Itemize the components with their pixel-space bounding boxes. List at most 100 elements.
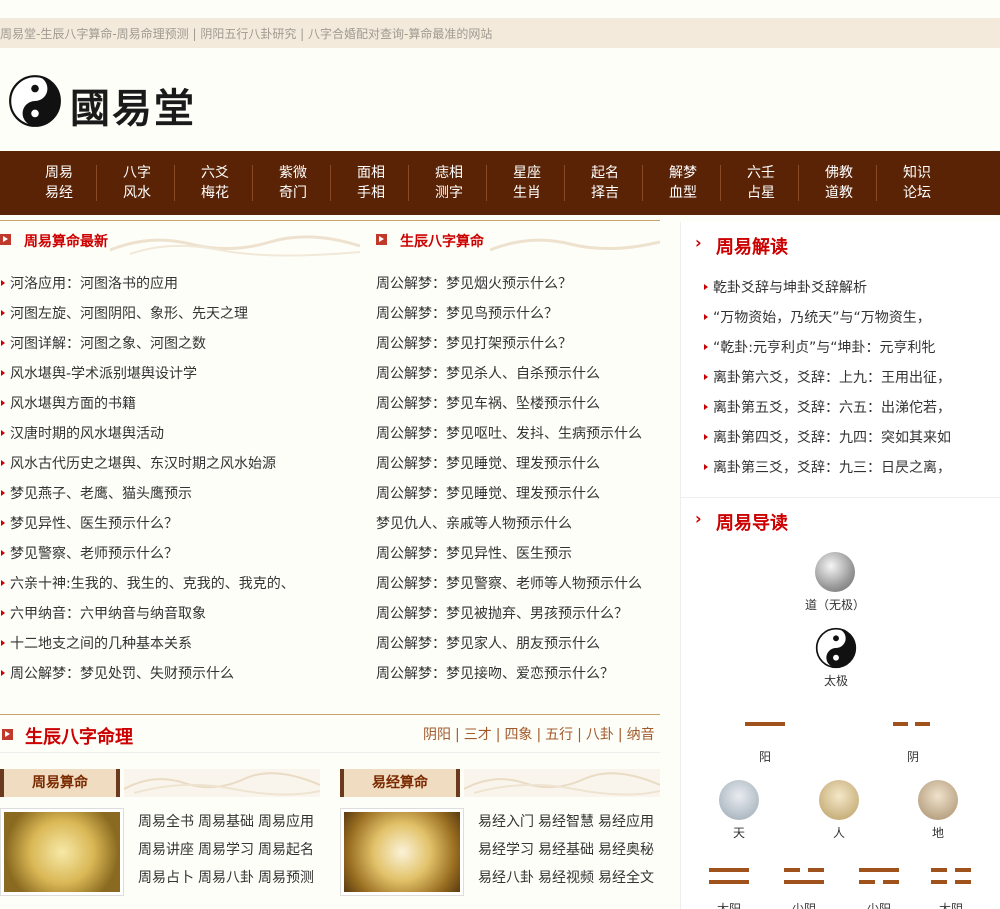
bazi-link[interactable]: 周公解梦：梦见鸟预示什么？ (376, 304, 642, 334)
latest-link[interactable]: 河图左旋、河图阴阳、象形、先天之理 (0, 304, 295, 334)
nav-item[interactable]: 起名 择吉 (566, 163, 644, 203)
nav-item-label: 紫微 (279, 165, 307, 181)
bazi-topic-link[interactable]: 五行 (545, 727, 573, 743)
bazi-link[interactable]: 周公解梦：梦见被抛弃、男孩预示什么？ (376, 604, 642, 634)
interpretation-link[interactable]: “乾卦:元亨利贞”与“坤卦：元亨利牝 (703, 338, 951, 368)
bazi-link[interactable]: 周公解梦：梦见接吻、爱恋预示什么？ (376, 664, 642, 694)
cloud-decoration (464, 769, 660, 797)
topic-link[interactable]: 周易全书 (138, 814, 194, 830)
topic-link[interactable]: 易经全文 (598, 870, 654, 886)
bazi-topic-link[interactable]: 八卦 (586, 727, 614, 743)
topic-link[interactable]: 易经应用 (598, 814, 654, 830)
guide-title: 周易导读 (716, 513, 788, 534)
nav-separator (876, 165, 877, 201)
link-row: 易经入门 易经智慧 易经应用 (478, 808, 658, 836)
latest-link[interactable]: 河洛应用：河图洛书的应用 (0, 274, 295, 304)
interpretation-link[interactable]: 离卦第四爻，爻辞：九四：突如其来如 (703, 428, 951, 458)
latest-link[interactable]: 周公解梦：梦见处罚、失财预示什么 (0, 664, 295, 694)
nav-item[interactable]: 面相 手相 (332, 163, 410, 203)
yijing-thumbnail[interactable] (340, 808, 464, 896)
earth-image-icon[interactable] (918, 780, 958, 820)
interpretation-link[interactable]: 离卦第三爻，爻辞：九三：日昃之离， (703, 458, 951, 488)
nav-separator (720, 165, 721, 201)
topic-link[interactable]: 易经智慧 (538, 814, 594, 830)
yin-yang-icon (9, 75, 61, 127)
dao-sphere-icon[interactable] (815, 552, 855, 592)
nav-item[interactable]: 知识 论坛 (878, 163, 956, 203)
topic-link[interactable]: 易经基础 (538, 842, 594, 858)
nav-item-label: 测字 (435, 185, 463, 201)
latest-link[interactable]: 梦见异性、医生预示什么？ (0, 514, 295, 544)
bazi-topic-link[interactable]: 阴阳 (423, 727, 451, 743)
zhouyi-tab[interactable]: 周易算命 (0, 769, 120, 797)
topic-link[interactable]: 易经入门 (478, 814, 534, 830)
nav-item[interactable]: 痣相 测字 (410, 163, 488, 203)
human-image-icon[interactable] (819, 780, 859, 820)
four-symbol-label: 太阴 (938, 902, 963, 909)
latest-link[interactable]: 风水堪舆-学术派别堪舆设计学 (0, 364, 295, 394)
topic-link[interactable]: 易经学习 (478, 842, 534, 858)
bazi-link[interactable]: 周公解梦：梦见家人、朋友预示什么 (376, 634, 642, 664)
four-symbol-label: 太阳 (716, 902, 741, 909)
topic-link[interactable]: 周易占卜 (138, 870, 194, 886)
topic-link[interactable]: 周易学习 (198, 842, 254, 858)
nav-item-label: 佛教 (825, 165, 853, 181)
nav-item-label: 奇门 (279, 185, 307, 201)
nav-item[interactable]: 六壬 占星 (722, 163, 800, 203)
section-arrow-icon (376, 234, 387, 245)
topic-link[interactable]: 易经奥秘 (598, 842, 654, 858)
topic-link[interactable]: 周易基础 (198, 814, 254, 830)
nav-item[interactable]: 佛教 道教 (800, 163, 878, 203)
bazi-link[interactable]: 周公解梦：梦见警察、老师等人物预示什么 (376, 574, 642, 604)
yin-line-icon (955, 880, 971, 884)
latest-link[interactable]: 梦见警察、老师预示什么？ (0, 544, 295, 574)
nav-item[interactable]: 解梦 血型 (644, 163, 722, 203)
nav-item-label: 生肖 (513, 185, 541, 201)
latest-link[interactable]: 风水古代历史之堪舆、东汉时期之风水始源 (0, 454, 295, 484)
topic-link[interactable]: 周易讲座 (138, 842, 194, 858)
bazi-topic-link[interactable]: 三才 (464, 727, 492, 743)
bazi-topic-link[interactable]: 四象 (504, 727, 532, 743)
latest-link[interactable]: 六亲十神:生我的、我生的、克我的、我克的、 (0, 574, 295, 604)
bazi-link[interactable]: 周公解梦：梦见睡觉、理发预示什么 (376, 484, 642, 514)
topic-link[interactable]: 易经八卦 (478, 870, 534, 886)
interpretation-link[interactable]: 离卦第六爻，爻辞：上九：王用出征， (703, 368, 951, 398)
topic-link[interactable]: 周易八卦 (198, 870, 254, 886)
latest-link[interactable]: 风水堪舆方面的书籍 (0, 394, 295, 424)
bazi-link[interactable]: 周公解梦：梦见杀人、自杀预示什么 (376, 364, 642, 394)
bazi-link[interactable]: 周公解梦：梦见车祸、坠楼预示什么 (376, 394, 642, 424)
latest-section-title: 周易算命最新 (24, 234, 108, 250)
bazi-link[interactable]: 周公解梦：梦见烟火预示什么？ (376, 274, 642, 304)
nav-item[interactable]: 周易 易经 (20, 163, 98, 203)
bazi-topic-link[interactable]: 纳音 (627, 727, 655, 743)
latest-link[interactable]: 河图详解：河图之象、河图之数 (0, 334, 295, 364)
bazi-link[interactable]: 周公解梦：梦见打架预示什么？ (376, 334, 642, 364)
latest-link[interactable]: 六甲纳音：六甲纳音与纳音取象 (0, 604, 295, 634)
latest-link[interactable]: 汉唐时期的风水堪舆活动 (0, 424, 295, 454)
topic-link[interactable]: 易经视频 (538, 870, 594, 886)
topic-link[interactable]: 周易起名 (258, 842, 314, 858)
bazi-link[interactable]: 周公解梦：梦见睡觉、理发预示什么 (376, 454, 642, 484)
bazi-link[interactable]: 周公解梦：梦见异性、医生预示 (376, 544, 642, 574)
interpretation-link[interactable]: “万物资始，乃统天”与“万物资生， (703, 308, 951, 338)
interpretation-link[interactable]: 离卦第五爻，爻辞：六五：出涕佗若， (703, 398, 951, 428)
nav-item[interactable]: 六爻 梅花 (176, 163, 254, 203)
zhouyi-thumbnail[interactable] (0, 808, 124, 896)
heaven-image-icon[interactable] (719, 780, 759, 820)
topic-link[interactable]: 周易预测 (258, 870, 314, 886)
site-logo[interactable]: 國易堂 (6, 70, 206, 132)
latest-link[interactable]: 梦见燕子、老鹰、猫头鹰预示 (0, 484, 295, 514)
nav-separator (564, 165, 565, 201)
nav-item[interactable]: 紫微 奇门 (254, 163, 332, 203)
topic-link[interactable]: 周易应用 (258, 814, 314, 830)
taiji-icon[interactable] (815, 627, 857, 669)
nav-item-label: 周易 (45, 165, 73, 181)
nav-item[interactable]: 星座 生肖 (488, 163, 566, 203)
yijing-tab[interactable]: 易经算命 (340, 769, 460, 797)
right-panel: › 周易解读 乾卦爻辞与坤卦爻辞解析 “万物资始，乃统天”与“万物资生， “乾卦:元… (680, 222, 1000, 909)
bazi-link[interactable]: 周公解梦：梦见呕吐、发抖、生病预示什么 (376, 424, 642, 454)
nav-item[interactable]: 八字 风水 (98, 163, 176, 203)
latest-link[interactable]: 十二地支之间的几种基本关系 (0, 634, 295, 664)
interpretation-link[interactable]: 乾卦爻辞与坤卦爻辞解析 (703, 278, 951, 308)
bazi-link[interactable]: 梦见仇人、亲戚等人物预示什么 (376, 514, 642, 544)
